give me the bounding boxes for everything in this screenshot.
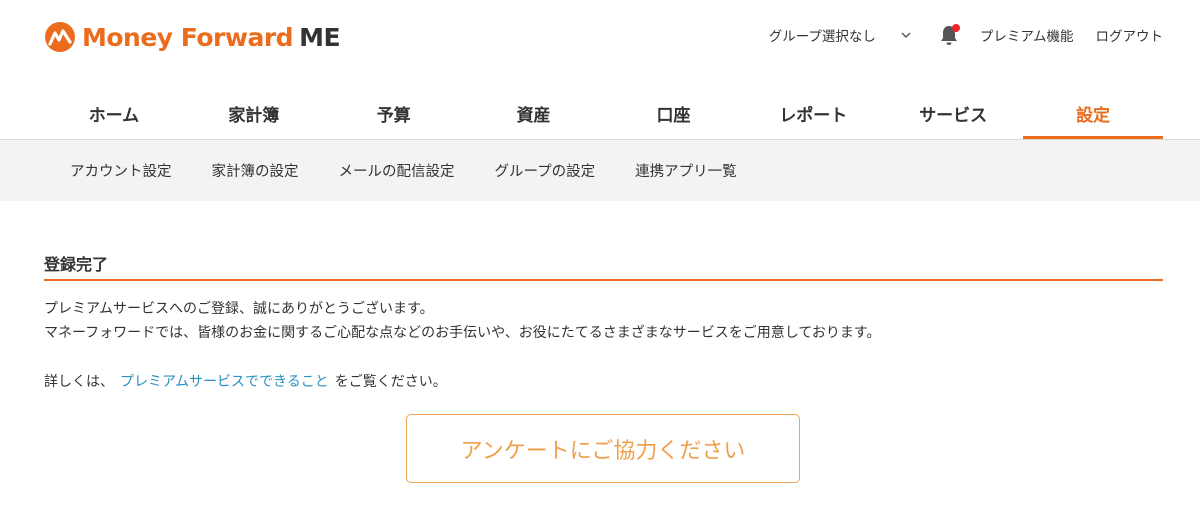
logout-link[interactable]: ログアウト [1096, 25, 1164, 45]
main-nav: ホーム 家計簿 予算 資産 口座 レポート サービス 設定 [44, 86, 1163, 140]
survey-button[interactable]: アンケートにご協力ください [406, 414, 800, 483]
subnav-household-settings[interactable]: 家計簿の設定 [212, 160, 299, 181]
premium-link[interactable]: プレミアム機能 [980, 25, 1074, 45]
page-title: 登録完了 [44, 255, 109, 274]
chevron-down-icon [901, 32, 911, 38]
subnav-mail-settings[interactable]: メールの配信設定 [339, 160, 455, 181]
tab-report[interactable]: レポート [743, 86, 883, 140]
details-message: 詳しくは、 プレミアムサービスでできること をご覧ください。 [44, 371, 447, 391]
logo-mark-icon [45, 22, 75, 52]
tab-accounts[interactable]: 口座 [604, 86, 744, 140]
subnav-account-settings[interactable]: アカウント設定 [70, 160, 172, 181]
thanks-message: プレミアムサービスへのご登録、誠にありがとうございます。 [44, 301, 434, 317]
logo-text: Money Forward ME [82, 22, 341, 52]
details-prefix: 詳しくは、 [44, 374, 114, 390]
notification-badge [951, 24, 960, 32]
details-suffix: をご覧ください。 [334, 374, 447, 390]
logo-suffix: ME [299, 22, 341, 52]
logo-brand: Money Forward [82, 22, 294, 52]
title-underline [44, 279, 1163, 281]
group-select-label: グループ選択なし [768, 29, 876, 45]
service-message: マネーフォワードでは、皆様のお金に関するご心配な点などのお手伝いや、お役にたてる… [44, 325, 881, 341]
tab-home[interactable]: ホーム [44, 86, 184, 140]
logo[interactable]: Money Forward ME [44, 20, 341, 54]
header: Money Forward ME グループ選択なし プレミアム機能 ログアウト [0, 0, 1200, 80]
notification-button[interactable] [938, 23, 960, 47]
tab-assets[interactable]: 資産 [464, 86, 604, 140]
tab-household-book[interactable]: 家計簿 [184, 86, 324, 140]
subnav-linked-apps[interactable]: 連携アプリ一覧 [635, 160, 737, 181]
sub-nav: アカウント設定 家計簿の設定 メールの配信設定 グループの設定 連携アプリ一覧 [0, 140, 1200, 201]
tab-settings[interactable]: 設定 [1023, 86, 1163, 140]
tab-budget[interactable]: 予算 [324, 86, 464, 140]
subnav-group-settings[interactable]: グループの設定 [495, 160, 596, 181]
premium-features-link[interactable]: プレミアムサービスでできること [120, 374, 329, 390]
tab-services[interactable]: サービス [883, 86, 1023, 140]
header-menu: グループ選択なし プレミアム機能 ログアウト [769, 23, 1163, 47]
group-select[interactable]: グループ選択なし [769, 25, 912, 45]
